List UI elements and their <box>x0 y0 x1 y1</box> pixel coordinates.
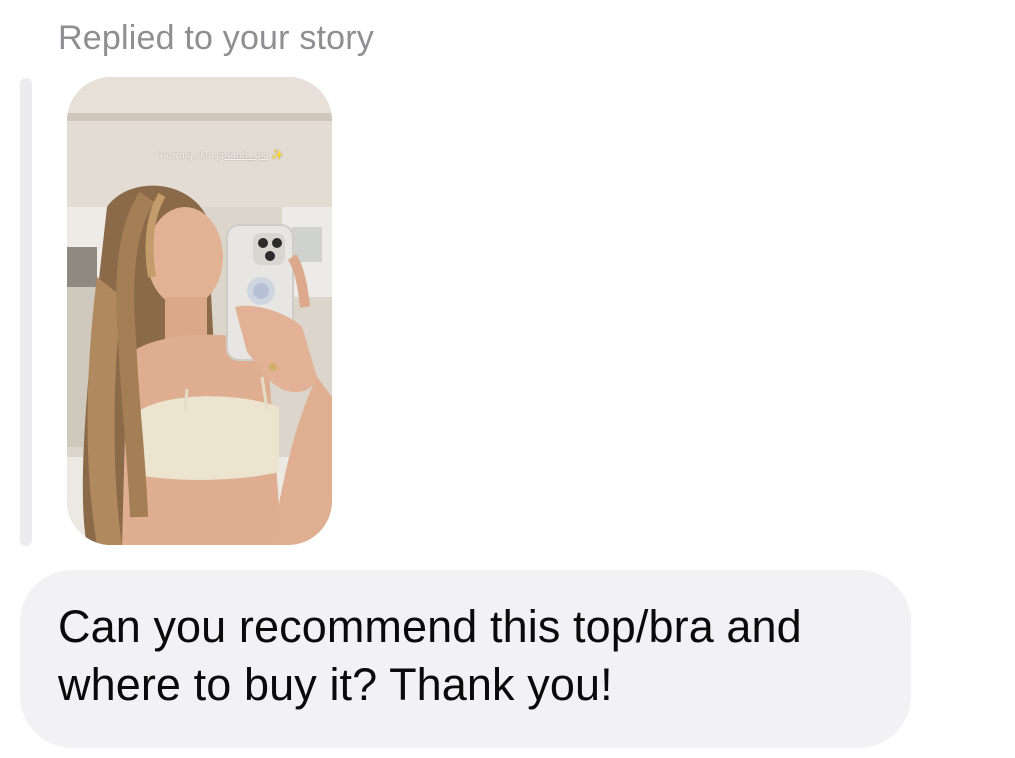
message-text: Can you recommend this top/bra and where… <box>58 601 802 710</box>
story-caption-text: Glowing skin <box>155 149 214 161</box>
reply-quote-bar <box>20 78 32 546</box>
replied-to-story-label: Replied to your story <box>58 19 375 57</box>
message-bubble[interactable]: Can you recommend this top/bra and where… <box>20 570 911 748</box>
sparkle-icon: ✨ <box>271 150 284 161</box>
story-photo <box>67 77 332 545</box>
story-caption: Glowing skin @santi_spa ✨ <box>67 149 332 161</box>
story-thumbnail[interactable]: Glowing skin @santi_spa ✨ <box>67 77 332 545</box>
story-mention-link[interactable]: @santi_spa <box>216 149 268 161</box>
